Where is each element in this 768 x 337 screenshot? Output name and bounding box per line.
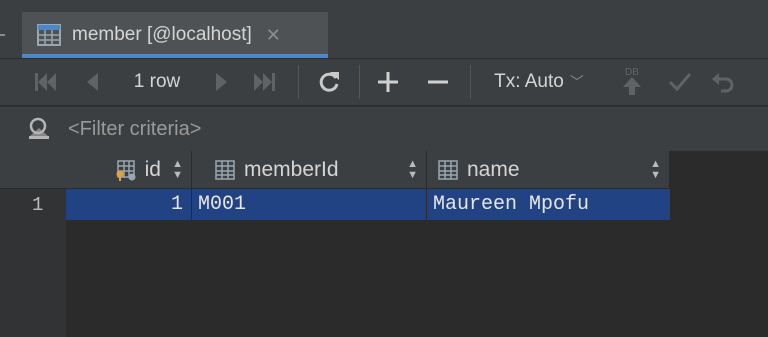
column-header-memberid[interactable]: memberId ▲ ▼ [192, 151, 427, 188]
last-page-icon[interactable] [242, 59, 288, 105]
result-grid: id ▲ ▼ memberId ▲ ▼ name ▲ ▼ 1 1 M001 Ma… [0, 151, 768, 337]
remove-row-icon[interactable] [416, 59, 460, 105]
first-page-icon[interactable] [18, 59, 72, 105]
tab-strip-edge-marker [0, 34, 5, 36]
transaction-mode-dropdown[interactable]: Tx: Auto ﹀ [471, 59, 607, 105]
data-toolbar: 1 row Tx: Auto ﹀ DB [0, 59, 768, 105]
close-icon[interactable]: ✕ [266, 25, 281, 46]
previous-page-icon[interactable] [72, 59, 112, 105]
sort-icon[interactable]: ▲ ▼ [172, 158, 183, 181]
cell-id[interactable]: 1 [66, 189, 192, 220]
cell-memberid[interactable]: M001 [192, 189, 427, 220]
row-count: 1 row [112, 59, 202, 105]
chevron-down-icon: ﹀ [569, 74, 584, 90]
reload-icon[interactable] [299, 59, 359, 105]
next-page-icon[interactable] [202, 59, 242, 105]
cell-name[interactable]: Maureen Mpofu [427, 189, 670, 220]
column-label-name: name [467, 157, 520, 181]
column-header-name[interactable]: name ▲ ▼ [427, 151, 670, 188]
column-header-id[interactable]: id ▲ ▼ [66, 151, 192, 188]
commit-icon[interactable] [657, 59, 703, 105]
filter-criteria-input[interactable] [66, 116, 670, 142]
sort-icon[interactable]: ▲ ▼ [407, 158, 418, 181]
add-row-icon[interactable] [360, 59, 416, 105]
transaction-mode-label: Tx: Auto [494, 71, 564, 92]
rollback-icon[interactable] [703, 59, 743, 105]
tab-title: member [@localhost] [72, 24, 252, 45]
filter-icon[interactable] [26, 116, 52, 142]
svg-text:DB: DB [625, 67, 639, 78]
sort-icon[interactable]: ▲ ▼ [650, 158, 661, 181]
tab-member[interactable]: member [@localhost] ✕ [22, 12, 328, 58]
column-icon [215, 159, 235, 180]
row-number: 1 [32, 193, 44, 216]
table-icon [37, 24, 61, 46]
db-submit-icon[interactable]: DB [607, 59, 657, 105]
filter-bar [0, 106, 768, 151]
grid-header: id ▲ ▼ memberId ▲ ▼ name ▲ ▼ [0, 151, 670, 189]
column-icon [438, 159, 458, 180]
tab-strip: member [@localhost] ✕ [0, 0, 768, 59]
primary-key-column-icon [116, 159, 136, 181]
column-label-memberid: memberId [244, 157, 339, 181]
table-row[interactable]: 1 1 M001 Maureen Mpofu [0, 189, 670, 220]
column-label-id: id [144, 157, 161, 181]
row-count-label: 1 row [133, 71, 181, 92]
